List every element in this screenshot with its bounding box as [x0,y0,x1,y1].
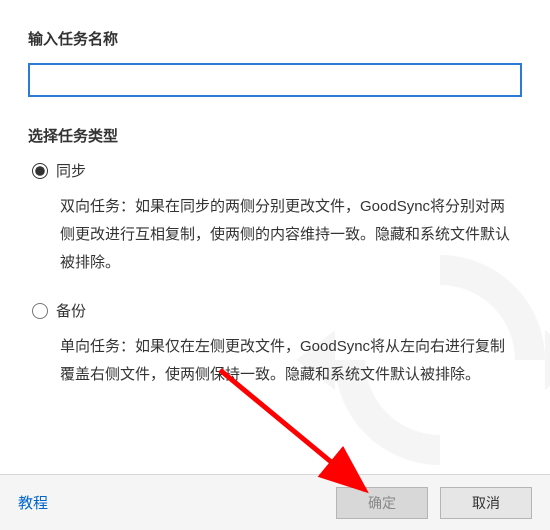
task-name-input[interactable] [28,63,522,97]
ok-button[interactable]: 确定 [336,487,428,519]
radio-backup-label: 备份 [56,300,86,321]
radio-sync-label: 同步 [56,160,86,181]
sync-description: 双向任务：如果在同步的两侧分别更改文件，GoodSync将分别对两侧更改进行互相… [32,193,522,276]
task-type-radio-group: 同步 双向任务：如果在同步的两侧分别更改文件，GoodSync将分别对两侧更改进… [28,160,522,389]
radio-sync[interactable] [32,163,48,179]
button-bar: 教程 确定 取消 [0,474,550,530]
task-name-label: 输入任务名称 [28,28,522,49]
radio-backup[interactable] [32,303,48,319]
radio-option-sync[interactable]: 同步 [32,160,522,181]
backup-description: 单向任务：如果仅在左侧更改文件，GoodSync将从左向右进行复制覆盖右侧文件，… [32,333,522,389]
task-type-label: 选择任务类型 [28,125,522,146]
dialog-content: 输入任务名称 选择任务类型 同步 双向任务：如果在同步的两侧分别更改文件，Goo… [0,0,550,474]
radio-option-backup[interactable]: 备份 [32,300,522,321]
cancel-button[interactable]: 取消 [440,487,532,519]
tutorial-link[interactable]: 教程 [18,492,48,513]
